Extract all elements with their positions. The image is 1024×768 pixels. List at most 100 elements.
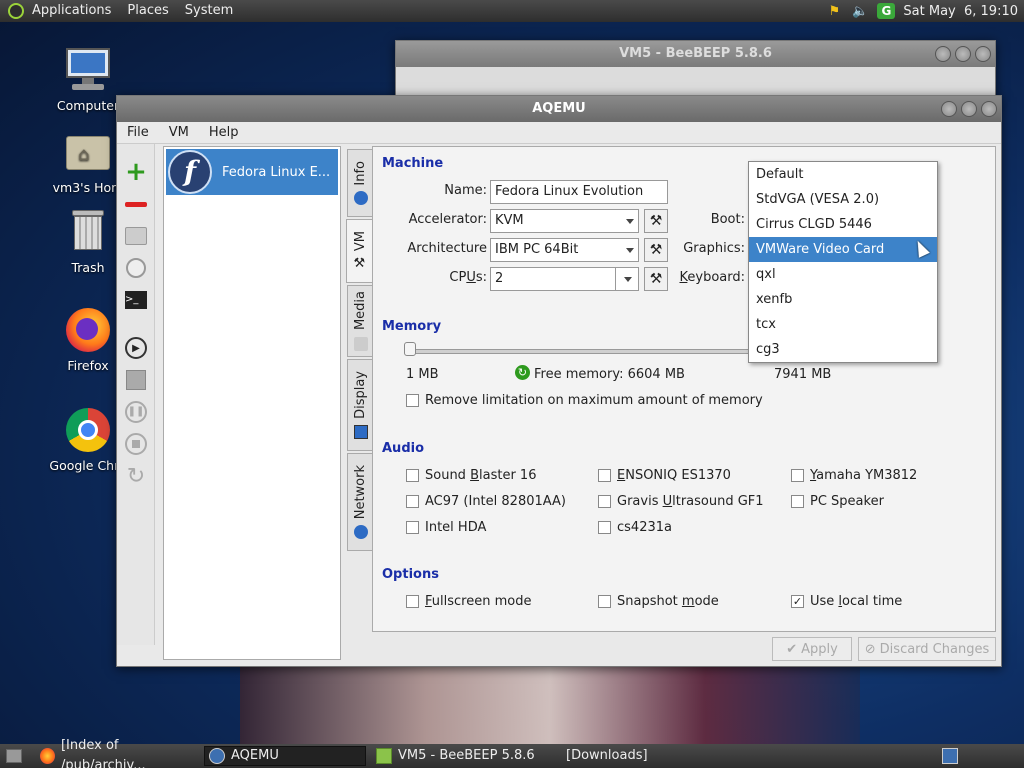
audio-sb16-checkbox[interactable]: Sound Blaster 16 bbox=[406, 468, 536, 483]
apply-button[interactable]: ✔ Apply bbox=[772, 637, 852, 661]
snapshot-checkbox[interactable]: Snapshot mode bbox=[598, 594, 719, 609]
tab-info[interactable]: Info bbox=[347, 149, 373, 217]
graphics-option[interactable]: tcx bbox=[749, 312, 937, 337]
audio-hda-checkbox[interactable]: Intel HDA bbox=[406, 520, 486, 535]
volume-icon[interactable]: 🔈 bbox=[851, 3, 869, 19]
discard-changes-button[interactable]: ⊘ Discard Changes bbox=[858, 637, 996, 661]
tab-vm[interactable]: VM ⚒ bbox=[346, 219, 374, 283]
beebeep-icon bbox=[376, 748, 392, 764]
maximize-button[interactable] bbox=[961, 101, 977, 117]
close-button[interactable] bbox=[975, 46, 991, 62]
save-state-icon[interactable] bbox=[124, 368, 148, 392]
task-downloads[interactable]: [Downloads] bbox=[562, 746, 682, 766]
graphics-option[interactable]: qxl bbox=[749, 262, 937, 287]
terminal-icon[interactable]: >_ bbox=[124, 288, 148, 312]
architecture-select[interactable]: IBM PC 64Bit bbox=[490, 238, 639, 262]
localtime-checkbox[interactable]: ✓ Use local time bbox=[791, 594, 902, 609]
checkbox-box[interactable] bbox=[406, 495, 419, 508]
checkbox-box[interactable] bbox=[598, 521, 611, 534]
accelerator-value: KVM bbox=[495, 213, 524, 228]
wrench-icon: ⚒ bbox=[649, 213, 663, 229]
checkbox-box[interactable] bbox=[791, 469, 804, 482]
tab-media[interactable]: Media bbox=[347, 285, 373, 357]
window-title: VM5 - BeeBEEP 5.8.6 bbox=[619, 46, 772, 61]
wrench-icon: ⚒ bbox=[649, 242, 663, 258]
memory-slider-handle[interactable] bbox=[404, 342, 416, 356]
menu-vm[interactable]: VM bbox=[159, 125, 199, 140]
graphics-option-selected[interactable]: VMWare Video Card bbox=[749, 237, 937, 262]
bee-icon[interactable]: ⚑ bbox=[825, 3, 843, 19]
checkbox-box[interactable] bbox=[406, 595, 419, 608]
audio-gus-checkbox[interactable]: Gravis Ultrasound GF1 bbox=[598, 494, 764, 509]
accelerator-select[interactable]: KVM bbox=[490, 209, 639, 233]
audio-ac97-checkbox[interactable]: AC97 (Intel 82801AA) bbox=[406, 494, 566, 509]
graphics-option[interactable]: cg3 bbox=[749, 337, 937, 362]
updates-icon[interactable]: G bbox=[877, 3, 896, 19]
remove-vm-button[interactable] bbox=[124, 192, 148, 216]
fedora-logo-icon: f bbox=[168, 150, 212, 194]
cpus-label: CPUs: bbox=[449, 270, 487, 285]
fullscreen-checkbox[interactable]: Fullscreen mode bbox=[406, 594, 531, 609]
wrench-icon: ⚒ bbox=[649, 271, 663, 287]
aqemu-titlebar[interactable]: AQEMU bbox=[117, 96, 1001, 122]
graphics-option[interactable]: xenfb bbox=[749, 287, 937, 312]
maximize-button[interactable] bbox=[955, 46, 971, 62]
desktop-icon bbox=[6, 749, 22, 763]
remove-limit-checkbox[interactable]: Remove limitation on maximum amount of m… bbox=[406, 393, 763, 408]
menu-file[interactable]: File bbox=[117, 125, 159, 140]
task-beebeep[interactable]: VM5 - BeeBEEP 5.8.6 bbox=[372, 746, 562, 766]
graphics-dropdown[interactable]: Default StdVGA (VESA 2.0) Cirrus CLGD 54… bbox=[748, 161, 938, 363]
close-button[interactable] bbox=[981, 101, 997, 117]
checkbox-box[interactable] bbox=[406, 469, 419, 482]
name-input[interactable]: Fedora Linux Evolution bbox=[490, 180, 668, 204]
cpus-combo[interactable]: 2 bbox=[490, 267, 639, 291]
menu-system[interactable]: System bbox=[177, 0, 241, 22]
menu-help[interactable]: Help bbox=[199, 125, 249, 140]
section-audio: Audio bbox=[382, 441, 425, 456]
workspace-switcher[interactable] bbox=[938, 746, 960, 766]
hdd-icon[interactable] bbox=[124, 224, 148, 248]
show-desktop-button[interactable] bbox=[2, 746, 24, 766]
tab-display[interactable]: Display bbox=[347, 359, 373, 451]
checkbox-box[interactable] bbox=[406, 394, 419, 407]
tab-label: Media bbox=[353, 291, 368, 331]
stop-icon[interactable] bbox=[124, 432, 148, 456]
audio-es1370-checkbox[interactable]: ENSONIQ ES1370 bbox=[598, 468, 731, 483]
checkbox-box[interactable] bbox=[598, 469, 611, 482]
checkbox-label: Fullscreen mode bbox=[425, 594, 532, 609]
keyboard-label: Keyboard: bbox=[679, 270, 745, 285]
pause-icon[interactable]: ❚❚ bbox=[124, 400, 148, 424]
tab-network[interactable]: Network bbox=[347, 453, 373, 551]
accelerator-settings-button[interactable]: ⚒ bbox=[644, 209, 668, 233]
vm-list-item[interactable]: f Fedora Linux E... bbox=[166, 149, 338, 195]
minimize-button[interactable] bbox=[935, 46, 951, 62]
audio-pcspk-checkbox[interactable]: PC Speaker bbox=[791, 494, 884, 509]
add-vm-button[interactable]: + bbox=[124, 157, 148, 187]
clock-icon[interactable] bbox=[124, 256, 148, 280]
play-icon[interactable]: ▶ bbox=[124, 336, 148, 360]
refresh-icon[interactable]: ↻ bbox=[515, 365, 530, 380]
beebeep-window[interactable]: VM5 - BeeBEEP 5.8.6 bbox=[395, 40, 996, 101]
task-aqemu[interactable]: AQEMU bbox=[204, 746, 366, 766]
clock[interactable]: Sat May 6, 19:10 bbox=[903, 4, 1018, 19]
reset-icon[interactable]: ↻ bbox=[124, 464, 148, 489]
task-firefox[interactable]: [Index of /pub/archiv... bbox=[36, 738, 198, 768]
distro-logo-icon[interactable] bbox=[8, 3, 24, 19]
graphics-option[interactable]: StdVGA (VESA 2.0) bbox=[749, 187, 937, 212]
checkbox-box[interactable] bbox=[598, 495, 611, 508]
graphics-option[interactable]: Default bbox=[749, 162, 937, 187]
checkbox-box[interactable]: ✓ bbox=[791, 595, 804, 608]
checkbox-label: Remove limitation on maximum amount of m… bbox=[425, 393, 763, 408]
menu-applications[interactable]: Applications bbox=[24, 0, 119, 22]
graphics-option[interactable]: Cirrus CLGD 5446 bbox=[749, 212, 937, 237]
minimize-button[interactable] bbox=[941, 101, 957, 117]
menu-places[interactable]: Places bbox=[119, 0, 176, 22]
audio-cs4231a-checkbox[interactable]: cs4231a bbox=[598, 520, 672, 535]
checkbox-box[interactable] bbox=[791, 495, 804, 508]
audio-ym3812-checkbox[interactable]: Yamaha YM3812 bbox=[791, 468, 917, 483]
tab-label: Display bbox=[353, 371, 368, 419]
check-icon: ✔ bbox=[786, 641, 798, 657]
checkbox-box[interactable] bbox=[406, 521, 419, 534]
checkbox-box[interactable] bbox=[598, 595, 611, 608]
beebeep-titlebar[interactable]: VM5 - BeeBEEP 5.8.6 bbox=[396, 41, 995, 67]
